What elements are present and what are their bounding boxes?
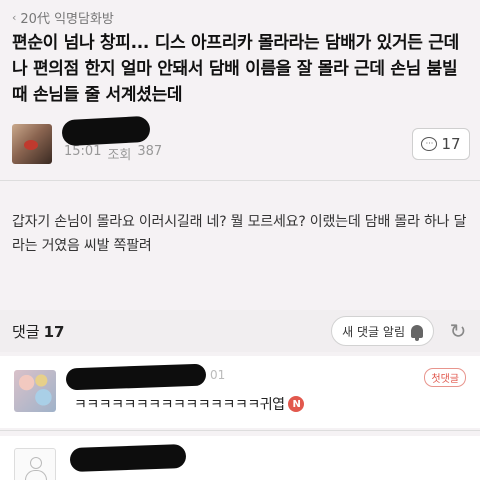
comment-count: 17 bbox=[441, 135, 461, 153]
comment-bubble-icon: ··· bbox=[421, 137, 438, 151]
board-name: 20代 익명담화방 bbox=[20, 12, 114, 27]
chevron-left-icon: ‹ bbox=[12, 11, 17, 24]
post-body: 갑자기 손님이 몰라요 이러시길래 네? 뭘 모르세요? 이랬는데 담배 몰라 … bbox=[12, 214, 467, 254]
person-icon bbox=[22, 455, 48, 480]
divider bbox=[0, 430, 480, 431]
commenter-avatar[interactable] bbox=[14, 370, 56, 412]
comment-text: ㅋㅋㅋㅋㅋㅋㅋㅋㅋㅋㅋㅋㅋㅋㅋ귀엽 bbox=[74, 397, 285, 413]
comment-item bbox=[0, 436, 480, 480]
bell-icon bbox=[411, 324, 423, 341]
comments-header: 댓글 17 새 댓글 알림 ↻ bbox=[0, 310, 480, 352]
comment-count-button[interactable]: ··· 17 bbox=[412, 128, 470, 160]
comments-count: 17 bbox=[43, 322, 65, 341]
board-breadcrumb[interactable]: ‹ 20代 익명담화방 bbox=[12, 8, 114, 27]
new-comment-notify-button[interactable]: 새 댓글 알림 bbox=[331, 316, 434, 346]
new-badge: N bbox=[288, 396, 305, 412]
post-time: 15:01 bbox=[64, 143, 102, 159]
author-name-redaction bbox=[61, 115, 151, 147]
comments-label: 댓글 17 bbox=[12, 322, 65, 341]
post-meta-text: 15:01 조회 387 bbox=[64, 144, 162, 163]
first-comment-badge: 첫댓글 bbox=[424, 368, 466, 387]
notify-label: 새 댓글 알림 bbox=[342, 324, 405, 339]
author-avatar[interactable] bbox=[12, 124, 52, 164]
post-title: 편순이 넘나 창피... 디스 아프리카 몰라라는 담배가 있거든 근데 나 편… bbox=[12, 33, 459, 105]
comment-time: 01 bbox=[210, 368, 226, 382]
comment-item: 01 첫댓글 ㅋㅋㅋㅋㅋㅋㅋㅋㅋㅋㅋㅋㅋㅋㅋ귀엽 N bbox=[0, 356, 480, 428]
commenter-name-redaction bbox=[65, 363, 207, 391]
views-count: 387 bbox=[137, 143, 163, 159]
views-label: 조회 bbox=[107, 147, 132, 163]
comment-text-row: ㅋㅋㅋㅋㅋㅋㅋㅋㅋㅋㅋㅋㅋㅋㅋ귀엽 N bbox=[74, 394, 305, 414]
divider bbox=[0, 180, 480, 181]
commenter-name-redaction bbox=[69, 443, 187, 473]
commenter-avatar[interactable] bbox=[14, 448, 56, 480]
refresh-icon[interactable]: ↻ bbox=[448, 321, 468, 341]
